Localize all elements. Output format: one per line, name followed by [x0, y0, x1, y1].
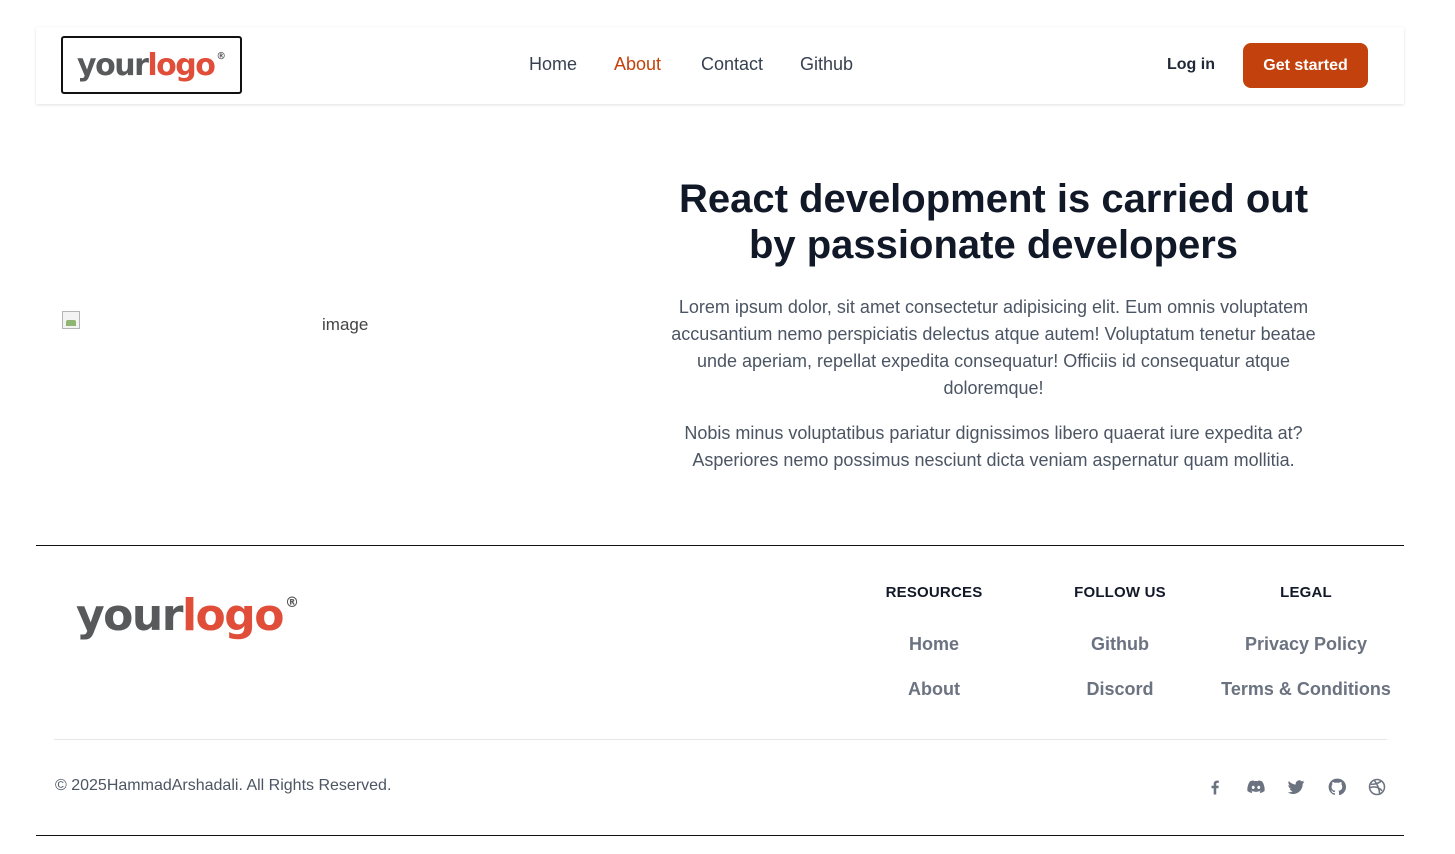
footer-link-privacy-policy[interactable]: Privacy Policy [1206, 634, 1406, 654]
hero-headline: React development is carried out by pass… [678, 177, 1309, 267]
footer-column-legal: LEGAL Privacy Policy Terms & Conditions [1206, 584, 1406, 699]
nav-github[interactable]: Github [800, 54, 853, 75]
logo-wordmark: your logo ® [77, 47, 226, 83]
footer-divider-bottom [36, 835, 1404, 836]
copyright-text: © 2025HammadArshadali. All Rights Reserv… [55, 777, 392, 794]
footer-column-title: FOLLOW US [1074, 584, 1166, 601]
footer-divider-top [36, 545, 1404, 546]
footer-link-discord[interactable]: Discord [1020, 679, 1220, 699]
hero-content: React development is carried out by pass… [660, 176, 1327, 474]
footer-column-resources: RESOURCES Home About [834, 584, 1034, 699]
login-link[interactable]: Log in [1167, 56, 1215, 74]
twitter-icon[interactable] [1286, 777, 1306, 797]
broken-image-icon [62, 311, 80, 329]
header-logo[interactable]: your logo ® [61, 36, 242, 94]
footer-link-about[interactable]: About [834, 679, 1034, 699]
footer-link-github[interactable]: Github [1020, 634, 1220, 654]
hero-paragraph-1: Lorem ipsum dolor, sit amet consectetur … [671, 297, 1316, 398]
footer-link-home[interactable]: Home [834, 634, 1034, 654]
footer-column-follow-us: FOLLOW US Github Discord [1020, 584, 1220, 699]
facebook-icon[interactable] [1205, 777, 1225, 797]
footer-divider [54, 739, 1387, 740]
get-started-button[interactable]: Get started [1243, 43, 1368, 88]
footer-column-title: RESOURCES [885, 584, 983, 601]
hero-image: image [62, 311, 630, 339]
site-header: your logo ® Home About Contact Github Log … [36, 27, 1404, 104]
dribbble-icon[interactable] [1367, 777, 1387, 797]
github-icon[interactable] [1327, 777, 1347, 797]
image-alt-text: image [322, 315, 369, 334]
nav-contact[interactable]: Contact [701, 54, 763, 75]
footer-column-title: LEGAL [1280, 584, 1332, 601]
discord-icon[interactable] [1246, 777, 1266, 797]
nav-home[interactable]: Home [529, 54, 577, 75]
nav-about[interactable]: About [614, 54, 661, 75]
footer-logo[interactable]: your logo ® [76, 590, 299, 641]
footer-logo-wordmark: your logo ® [76, 590, 300, 641]
footer-link-terms[interactable]: Terms & Conditions [1206, 679, 1406, 699]
hero-paragraph-2: Nobis minus voluptatibus pariatur dignis… [684, 423, 1303, 470]
